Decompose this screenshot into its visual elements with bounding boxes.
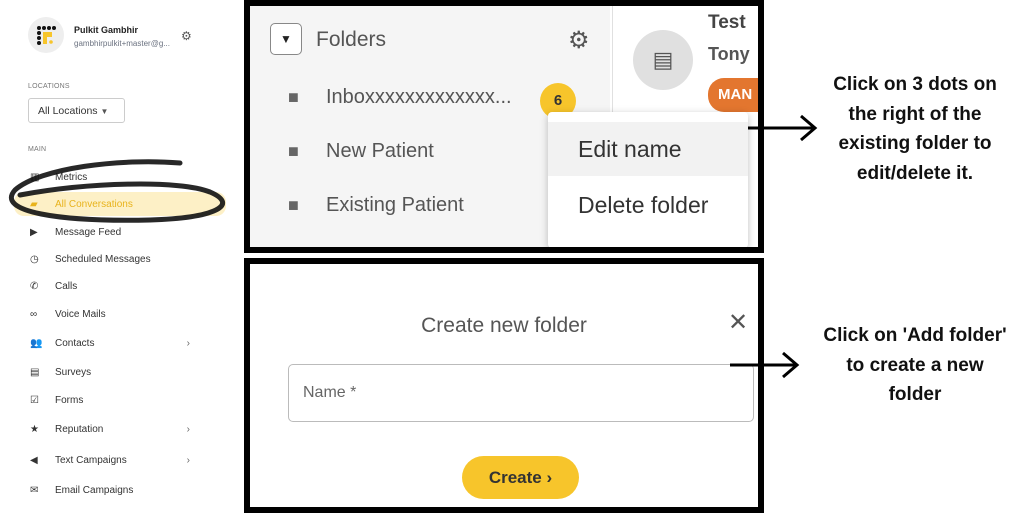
folder-label: Existing Patient: [326, 194, 464, 216]
sidebar-item-surveys[interactable]: ▤ Surveys: [30, 362, 220, 382]
timer-icon: ◷: [30, 253, 39, 265]
note-line: the right of the: [848, 103, 982, 125]
caret-down-icon: ▼: [100, 107, 109, 116]
sidebar-item-calls[interactable]: ✆ Calls: [30, 276, 220, 296]
edit-folder-note: Click on 3 dots on the right of the exis…: [815, 70, 1015, 188]
sidebar-item-contacts[interactable]: 👥 Contacts ›: [30, 333, 220, 353]
sidebar: Pulkit Gambhir gambhirpulkit+master@g...…: [0, 0, 240, 513]
chevron-right-icon: ›: [186, 454, 190, 466]
arrow-right-icon: [730, 351, 800, 379]
chevron-right-icon: ›: [186, 337, 190, 349]
folder-item[interactable]: ■ Inboxxxxxxxxxxxxx...: [288, 86, 512, 109]
sidebar-item-all-conversations[interactable]: ▰ All Conversations: [14, 192, 226, 216]
sidebar-item-scheduled-messages[interactable]: ◷ Scheduled Messages: [30, 249, 220, 269]
feed-icon: ▶: [30, 226, 38, 238]
user-email: gambhirpulkit+master@g...: [74, 39, 170, 48]
chevron-right-icon: ›: [546, 468, 553, 487]
folders-dropdown-button[interactable]: ▼: [270, 23, 302, 55]
folders-title: Folders: [316, 28, 387, 51]
folder-name-input[interactable]: Name *: [288, 364, 754, 422]
chevron-right-icon: ›: [186, 423, 190, 435]
note-line: existing folder to: [838, 133, 992, 154]
note-line: edit/delete it.: [856, 162, 974, 184]
sidebar-item-label: Message Feed: [55, 226, 122, 238]
people-icon: 👥: [30, 337, 43, 349]
folder-context-menu: Edit name Delete folder: [548, 112, 748, 247]
bar-chart-icon: ▥: [30, 171, 40, 183]
location-select[interactable]: All Locations ▼: [28, 98, 125, 123]
sidebar-item-label: All Conversations: [55, 198, 133, 210]
create-button[interactable]: Create ›: [462, 456, 579, 499]
mail-icon: ✉: [30, 484, 39, 496]
phone-icon: ✆: [30, 280, 39, 292]
note-line: folder: [888, 384, 942, 405]
sidebar-item-metrics[interactable]: ▥ Metrics: [30, 167, 220, 187]
sidebar-item-message-feed[interactable]: ▶ Message Feed: [30, 222, 220, 242]
folders-gear-icon[interactable]: ⚙: [568, 26, 590, 55]
note-line: to create a new: [846, 354, 984, 376]
conversation-name: Tony: [708, 44, 750, 64]
add-folder-note: Click on 'Add folder' to create a new fo…: [805, 321, 1024, 410]
checkbox-icon: ☑: [30, 394, 39, 406]
conversation-title: Test: [708, 12, 746, 33]
sidebar-item-voice-mails[interactable]: ∞ Voice Mails: [30, 304, 220, 324]
sidebar-item-label: Forms: [55, 394, 84, 406]
sidebar-item-label: Email Campaigns: [55, 484, 134, 496]
note-line: Click on 3 dots on: [833, 74, 997, 95]
document-icon: ▤: [30, 366, 40, 378]
caret-down-icon: ▼: [280, 32, 292, 46]
avatar[interactable]: [28, 17, 64, 53]
sidebar-item-label: Surveys: [55, 366, 92, 378]
sidebar-item-label: Scheduled Messages: [55, 253, 151, 265]
create-folder-dialog-screenshot: Create new folder ✕ Name * Create ›: [244, 258, 764, 513]
conversation-tag: MAN: [708, 78, 758, 112]
dialog-title: Create new folder: [421, 314, 587, 337]
close-icon[interactable]: ✕: [728, 308, 748, 337]
sidebar-item-label: Metrics: [55, 171, 88, 183]
folder-icon: ■: [288, 87, 299, 107]
folder-label: Inboxxxxxxxxxxxxx...: [326, 86, 512, 108]
main-label: MAIN: [28, 146, 47, 153]
menu-item-edit-name[interactable]: Edit name: [548, 122, 748, 176]
sidebar-item-reputation[interactable]: ★ Reputation ›: [30, 419, 220, 439]
folder-item[interactable]: ■ Existing Patient: [288, 194, 464, 217]
sidebar-item-label: Text Campaigns: [55, 454, 127, 466]
megaphone-icon: ◀: [30, 454, 38, 466]
settings-gear-icon[interactable]: ⚙: [181, 29, 192, 43]
folder-icon: ■: [288, 195, 299, 215]
locations-label: LOCATIONS: [28, 83, 70, 90]
menu-item-delete-folder[interactable]: Delete folder: [548, 178, 748, 232]
note-line: Click on 'Add folder': [823, 325, 1007, 346]
sidebar-item-label: Calls: [55, 280, 78, 292]
arrow-right-icon: [748, 114, 818, 142]
location-select-value: All Locations: [38, 105, 98, 117]
sidebar-item-forms[interactable]: ☑ Forms: [30, 390, 220, 410]
folders-panel-screenshot: ▼ Folders ⚙ ■ Inboxxxxxxxxxxxxx... 6 ■ New…: [244, 0, 764, 253]
user-name: Pulkit Gambhir: [74, 25, 139, 35]
sidebar-item-text-campaigns[interactable]: ◀ Text Campaigns ›: [30, 450, 220, 470]
folder-label: New Patient: [326, 140, 434, 162]
star-icon: ★: [30, 423, 39, 435]
sidebar-item-label: Reputation: [55, 423, 104, 435]
create-label: Create: [488, 468, 542, 487]
folder-icon: ■: [288, 141, 299, 161]
logo-icon: [37, 26, 56, 45]
folder-item[interactable]: ■ New Patient: [288, 140, 434, 163]
voicemail-icon: ∞: [30, 308, 38, 320]
sidebar-item-label: Voice Mails: [55, 308, 106, 320]
message-icon: ▤: [633, 30, 693, 90]
sidebar-item-label: Contacts: [55, 337, 95, 349]
chat-icon: ▰: [30, 198, 38, 210]
sidebar-item-email-campaigns[interactable]: ✉ Email Campaigns: [30, 480, 220, 500]
